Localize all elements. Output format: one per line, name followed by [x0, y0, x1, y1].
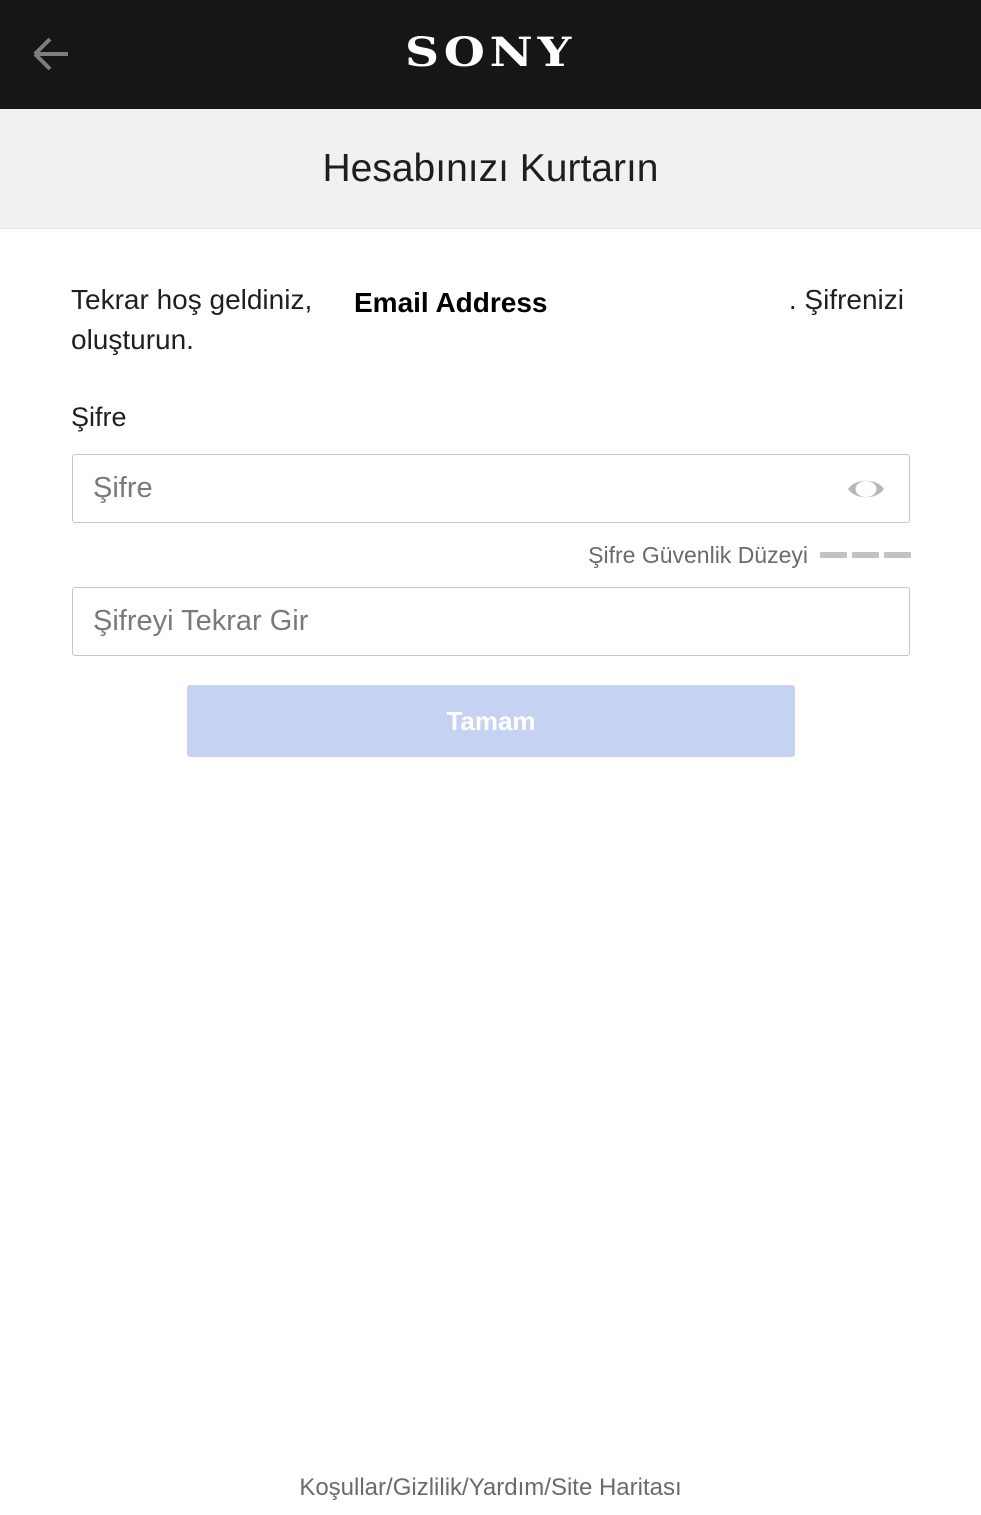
footer-separator: / [462, 1474, 469, 1501]
footer-separator: / [544, 1474, 551, 1501]
terms-link[interactable]: Koşullar [299, 1474, 386, 1501]
welcome-line-1: Tekrar hoş geldiniz, Email Address . Şif… [71, 280, 911, 320]
confirm-password-field [72, 587, 910, 656]
arrow-left-icon [33, 37, 68, 71]
footer-links: Koşullar/Gizlilik/Yardım/Site Haritası [0, 1474, 981, 1502]
strength-segment-3 [884, 552, 911, 558]
welcome-text: Tekrar hoş geldiniz, [71, 284, 313, 315]
password-strength: Şifre Güvenlik Düzeyi [588, 541, 911, 569]
welcome-message: Tekrar hoş geldiniz, Email Address . Şif… [71, 280, 911, 360]
welcome-text-after: . Şifrenizi [788, 284, 904, 315]
page: SONY Hesabınızı Kurtarın Tekrar hoş geld… [0, 0, 981, 1515]
welcome-line-2: oluşturun. [71, 324, 194, 355]
help-link[interactable]: Yardım [469, 1474, 545, 1501]
back-button[interactable] [22, 25, 80, 83]
brand-name: SONY [405, 29, 576, 76]
sony-logo: SONY [0, 0, 981, 109]
privacy-link[interactable]: Gizlilik [393, 1474, 462, 1501]
password-input[interactable] [73, 455, 909, 522]
top-bar: SONY [0, 0, 981, 109]
strength-segment-2 [852, 552, 879, 558]
title-band: Hesabınızı Kurtarın [0, 109, 981, 229]
password-field [72, 454, 910, 523]
submit-button[interactable]: Tamam [187, 685, 795, 757]
footer-separator: / [386, 1474, 393, 1501]
account-email: Email Address [354, 287, 548, 318]
sitemap-link[interactable]: Site Haritası [551, 1474, 682, 1501]
password-label: Şifre [71, 402, 127, 432]
strength-segment-1 [820, 552, 847, 558]
password-strength-label: Şifre Güvenlik Düzeyi [588, 541, 808, 568]
page-title: Hesabınızı Kurtarın [322, 146, 659, 190]
confirm-password-input[interactable] [73, 588, 909, 655]
strength-meter [820, 552, 911, 558]
eye-icon [848, 480, 884, 498]
show-password-toggle[interactable] [845, 473, 887, 505]
